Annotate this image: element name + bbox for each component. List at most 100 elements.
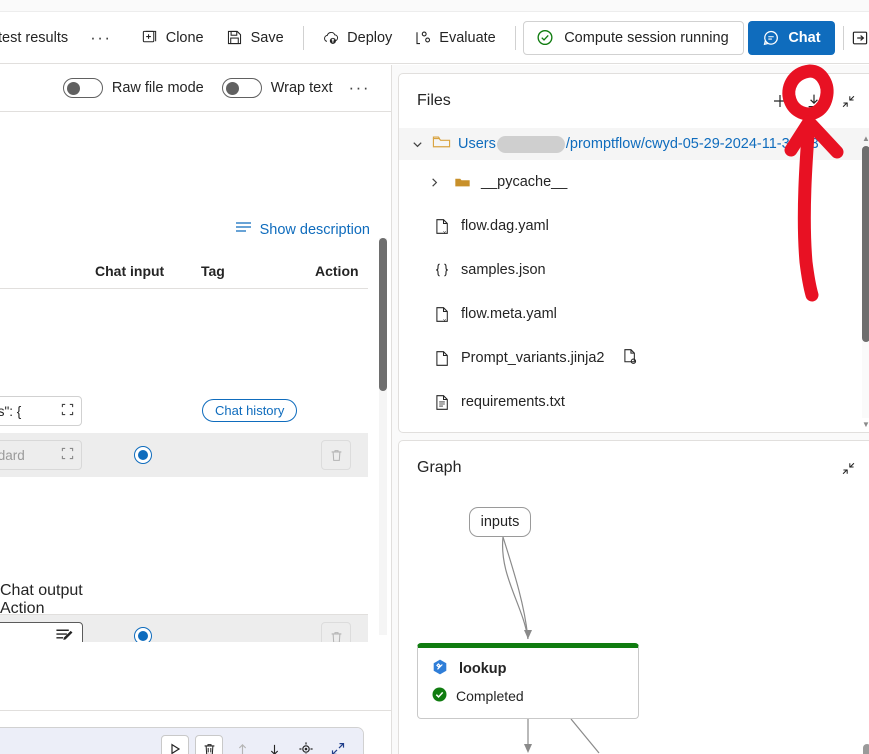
- editor-more-button[interactable]: ···: [349, 79, 370, 96]
- folder-icon: [453, 175, 471, 189]
- deploy-cloud-icon: [322, 29, 340, 47]
- column-header-tag: Tag: [201, 263, 225, 279]
- files-panel-header: Files: [399, 74, 869, 128]
- list-item[interactable]: requirements.txt: [399, 380, 869, 424]
- list-item-label: requirements.txt: [461, 394, 565, 410]
- input-table-header: Chat input Tag Action: [0, 257, 368, 289]
- node-editor-toolbar: [0, 728, 363, 754]
- raw-file-mode-toggle[interactable]: [62, 78, 103, 98]
- left-pane-scrollbar-thumb[interactable]: [379, 238, 387, 391]
- save-label: Save: [250, 29, 284, 46]
- graph-panel-header: Graph: [399, 441, 869, 495]
- delete-row-button[interactable]: [321, 440, 351, 470]
- redaction-block: [496, 135, 565, 153]
- chat-button[interactable]: Chat: [748, 20, 835, 55]
- graph-panel-title: Graph: [417, 459, 462, 476]
- chat-input-radio[interactable]: [134, 446, 152, 464]
- scroll-up-arrow[interactable]: ▲: [862, 134, 869, 144]
- list-item-label: Prompt_variants.jinja2: [461, 350, 605, 366]
- list-item[interactable]: samples.json: [399, 248, 869, 292]
- chat-label: Chat: [788, 29, 821, 46]
- files-scrollbar-track[interactable]: [862, 146, 869, 418]
- deploy-button[interactable]: Deploy: [313, 21, 401, 55]
- expand-node-button[interactable]: [325, 736, 351, 754]
- checkmark-circle-icon: [536, 29, 554, 47]
- wrap-text-group[interactable]: Wrap text: [221, 78, 333, 98]
- wrap-text-label: Wrap text: [270, 80, 333, 96]
- list-item[interactable]: Y flow.meta.yaml: [399, 292, 869, 336]
- table-row[interactable]: [0, 615, 368, 642]
- graph-scrollbar-thumb[interactable]: [863, 744, 869, 754]
- raw-file-mode-group[interactable]: Raw file mode: [62, 78, 204, 98]
- folder-path: Users/promptflow/cwyd-05-29-2024-11-32-5…: [458, 135, 819, 153]
- graph-node-title-row: lookup: [418, 648, 638, 680]
- table-row[interactable]: puts": { Chat history: [0, 389, 368, 431]
- chevron-right-icon[interactable]: [425, 176, 443, 189]
- list-item[interactable]: __pycache__: [399, 160, 869, 204]
- chevron-down-icon[interactable]: [409, 138, 425, 151]
- list-item-label: __pycache__: [481, 174, 568, 190]
- raw-file-mode-label: Raw file mode: [111, 80, 204, 96]
- collapse-icon[interactable]: [838, 458, 858, 478]
- graph-canvas[interactable]: inputs lookup Completed: [399, 495, 869, 754]
- delete-node-button[interactable]: [195, 735, 223, 754]
- list-item[interactable]: Prompt_variants.jinja2: [399, 336, 869, 380]
- list-item[interactable]: Y flow.dag.yaml: [399, 204, 869, 248]
- svg-text:Y: Y: [443, 318, 447, 323]
- chat-input-value-field[interactable]: puts": {: [0, 396, 82, 426]
- run-node-button[interactable]: [161, 735, 189, 754]
- show-description-label: Show description: [259, 222, 370, 238]
- graph-node-lookup[interactable]: lookup Completed: [417, 643, 639, 719]
- text-file-icon: [433, 394, 451, 411]
- column-header-chat-input: Chat input: [95, 263, 165, 279]
- clone-icon: [141, 29, 159, 47]
- toolbar-overflow-button[interactable]: ···: [84, 29, 117, 47]
- list-item-label: flow.meta.yaml: [461, 306, 557, 322]
- move-node-down-button[interactable]: [261, 736, 287, 754]
- show-description-button[interactable]: Show description: [235, 221, 370, 239]
- scroll-down-arrow[interactable]: ▼: [862, 420, 869, 430]
- description-lines-icon: [235, 221, 252, 239]
- add-icon[interactable]: [770, 91, 790, 111]
- chat-output-value-field[interactable]: [0, 622, 83, 642]
- chat-output-radio[interactable]: [134, 627, 152, 642]
- column-header-chat-output: Chat output: [0, 582, 83, 599]
- edit-output-icon[interactable]: [55, 627, 74, 642]
- collapse-icon[interactable]: [838, 91, 858, 111]
- graph-node-status-row: Completed: [418, 680, 638, 706]
- json-file-icon: [433, 262, 451, 278]
- hex-icon: [433, 659, 447, 675]
- list-item-label: samples.json: [461, 262, 546, 278]
- table-row[interactable]: tandard: [0, 433, 368, 477]
- clone-button[interactable]: Clone: [132, 21, 213, 55]
- files-panel-actions: [770, 91, 858, 111]
- tag-chat-history[interactable]: Chat history: [202, 399, 298, 422]
- delete-row-button[interactable]: [321, 622, 351, 642]
- file-icon: [433, 350, 451, 367]
- graph-node-inputs[interactable]: inputs: [469, 507, 531, 537]
- output-table-header: Chat output Action: [0, 582, 368, 617]
- evaluate-button[interactable]: Evaluate: [405, 21, 504, 55]
- expand-field-icon[interactable]: [61, 403, 74, 419]
- pane-divider: [0, 710, 392, 711]
- chat-input-value-field[interactable]: tandard: [0, 440, 82, 470]
- locate-node-button[interactable]: [293, 736, 319, 754]
- duplicate-file-icon[interactable]: [622, 348, 638, 369]
- files-scrollbar-thumb[interactable]: [862, 146, 869, 342]
- top-toolbar: test results ··· Clone Save Deploy Evalu…: [0, 12, 869, 64]
- download-icon[interactable]: [804, 91, 824, 111]
- move-node-up-button[interactable]: [229, 736, 255, 754]
- window-chrome-strip: [0, 0, 869, 12]
- right-side-pane: Files Users /promptflow/cwyd-05-29-2024-…: [392, 65, 869, 754]
- wrap-text-toggle[interactable]: [221, 78, 262, 98]
- compute-session-status[interactable]: Compute session running: [523, 20, 744, 55]
- chat-input-value-text: puts": {: [0, 403, 22, 419]
- save-button[interactable]: Save: [217, 21, 293, 55]
- folder-path-prefix: Users: [458, 136, 496, 152]
- clone-label: Clone: [165, 29, 204, 46]
- list-item-label: flow.dag.yaml: [461, 218, 549, 234]
- expand-field-icon[interactable]: [61, 447, 74, 463]
- folder-root-row[interactable]: Users/promptflow/cwyd-05-29-2024-11-32-5…: [399, 128, 869, 160]
- toggle-right-panel-button[interactable]: [851, 23, 869, 53]
- files-scrollbar[interactable]: ▲ ▼: [860, 134, 869, 430]
